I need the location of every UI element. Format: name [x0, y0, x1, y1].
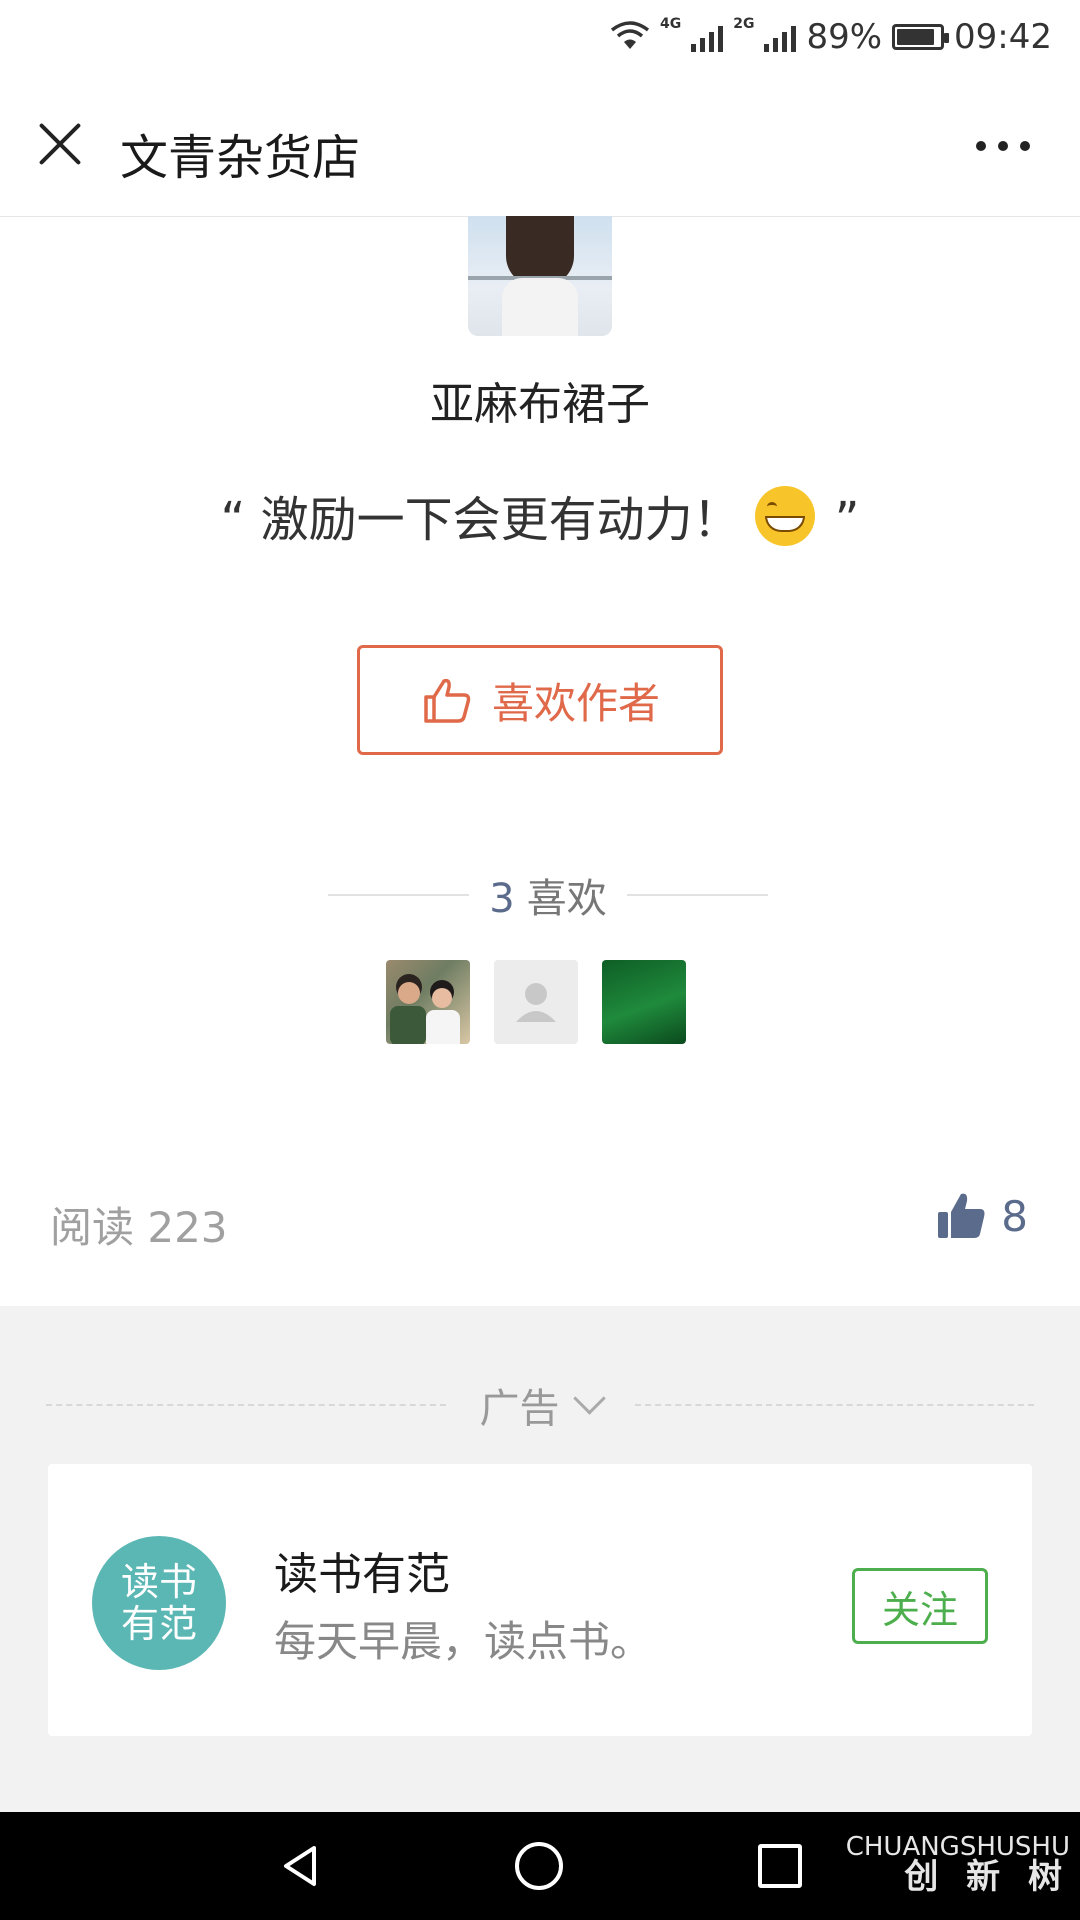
- network-type-2: 2G: [733, 16, 755, 32]
- page-title: 文青杂货店: [120, 130, 361, 186]
- signal-icon: [764, 22, 797, 52]
- more-dots-icon[interactable]: [976, 136, 1032, 156]
- read-count: 阅读 223: [50, 1203, 228, 1252]
- liker-avatar[interactable]: [386, 960, 470, 1044]
- status-indicators: 4G 2G 89% 09:42: [610, 14, 1052, 60]
- grinning-face-icon: [754, 486, 815, 546]
- stats-row: 阅读 223 8: [0, 1190, 1080, 1253]
- ad-label[interactable]: 广告: [480, 1376, 606, 1434]
- battery-level: [897, 29, 935, 45]
- wifi-icon: [610, 21, 650, 49]
- author-name: 亚麻布裙子: [430, 379, 650, 430]
- ad-section: 广告 读书 有范 读书有范 每天早晨，读点书。 关注: [0, 1306, 1080, 1812]
- battery-percent: 89%: [806, 17, 883, 57]
- signal-icon: [691, 22, 724, 52]
- like-author-label: 喜欢作者: [491, 678, 660, 728]
- title-bar: 文青杂货店: [0, 74, 1080, 217]
- like-author-button[interactable]: 喜欢作者: [357, 645, 723, 755]
- thumbs-up-icon: [938, 1193, 985, 1238]
- battery-icon: [892, 24, 950, 50]
- follow-button[interactable]: 关注: [852, 1568, 988, 1644]
- thumbs-up-outline-icon: [424, 678, 471, 723]
- quote-end: ”: [834, 492, 860, 548]
- system-nav-bar: CHUANGSHUSHU 创 新 树: [0, 1812, 1080, 1920]
- likes-count: 3 喜欢: [489, 876, 607, 922]
- ad-label-row: 广告: [46, 1376, 1034, 1434]
- home-icon[interactable]: [515, 1842, 563, 1890]
- network-type-1: 4G: [659, 16, 682, 32]
- liker-avatar[interactable]: [602, 960, 686, 1044]
- watermark: CHUANGSHUSHU 创 新 树: [845, 1832, 1070, 1897]
- liker-avatar-default[interactable]: [494, 960, 578, 1044]
- recent-apps-icon[interactable]: [758, 1844, 802, 1888]
- clock: 09:42: [954, 17, 1052, 57]
- back-icon[interactable]: [276, 1842, 324, 1890]
- chevron-down-icon: [572, 1381, 606, 1415]
- ad-account-desc: 每天早晨，读点书。: [274, 1617, 653, 1666]
- ad-logo: 读书 有范: [92, 1536, 226, 1670]
- status-bar: 4G 2G 89% 09:42: [0, 0, 1080, 74]
- ad-card[interactable]: 读书 有范 读书有范 每天早晨，读点书。 关注: [48, 1464, 1032, 1736]
- thumbs-up-count: 8: [1001, 1191, 1028, 1241]
- thumbs-up-button[interactable]: 8: [935, 1190, 1028, 1242]
- ad-account-name: 读书有范: [274, 1549, 450, 1600]
- close-icon[interactable]: [38, 122, 82, 166]
- author-quote: “ 激励一下会更有动力！ ”: [0, 480, 1080, 550]
- quote-text: “ 激励一下会更有动力！: [220, 492, 741, 548]
- liker-avatars: [386, 960, 686, 1044]
- default-user-icon: [516, 983, 556, 1022]
- author-avatar[interactable]: [468, 216, 612, 336]
- likes-divider: 3 喜欢: [328, 866, 769, 924]
